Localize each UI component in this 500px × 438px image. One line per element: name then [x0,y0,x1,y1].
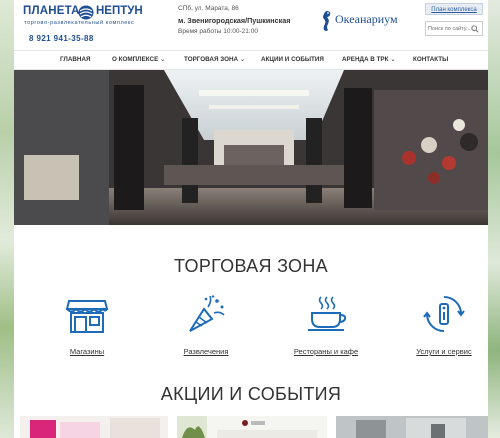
hero-mall-interior-image [14,70,488,225]
opening-hours: Время работы 10:00-21:00 [178,28,258,35]
logo-swirl-icon [78,5,94,20]
category-shops[interactable]: Магазины [37,293,137,363]
category-restaurants[interactable]: Рестораны и кафе [276,293,376,363]
category-label: Развлечения [183,347,229,356]
logo-text-part1: ПЛАНЕТА [23,5,80,17]
category-label: Магазины [69,347,105,356]
main-nav: ГЛАВНАЯ О КОМПЛЕКСЕ ⌄ ТОРГОВАЯ ЗОНА ⌄ АК… [14,50,488,70]
category-label: Рестораны и кафе [293,347,359,356]
complex-plan-button[interactable]: План комплекса [425,3,483,15]
background-right [488,0,500,438]
category-services[interactable]: Услуги и сервис [394,293,488,363]
nav-item-label: АРЕНДА В ТРК [342,56,389,63]
metro-station: м. Звенигородская/Пушкинская [178,16,291,25]
address: СПб, ул. Марата, 86 [178,5,239,12]
events-title: АКЦИИ И СОБЫТИЯ [160,384,342,404]
category-entertainment[interactable]: Развлечения [156,293,256,363]
category-label: Услуги и сервис [416,347,472,356]
phone-number[interactable]: 8 921 941-35-88 [29,34,94,43]
nav-item-contacts[interactable]: КОНТАКТЫ [413,56,448,63]
nav-item-label: АКЦИИ И СОБЫТИЯ [261,56,324,63]
search-box [425,21,483,36]
search-input[interactable] [428,23,470,34]
chevron-down-icon: ⌄ [390,56,396,63]
promo-card-1[interactable] [20,416,168,438]
site-header: ПЛАНЕТА НЕПТУН торгово-развлекательный к… [14,0,488,50]
nav-item-label: О КОМПЛЕКСЕ [112,56,159,63]
background-left [0,0,14,438]
party-popper-icon [189,295,225,332]
nav-item-home[interactable]: ГЛАВНАЯ [60,56,91,63]
nav-item-about[interactable]: О КОМПЛЕКСЕ ⌄ [112,56,165,63]
coffee-cup-icon [308,296,347,331]
nav-item-label: ТОРГОВАЯ ЗОНА [184,56,239,63]
nav-item-label: КОНТАКТЫ [413,56,449,63]
oceanarium-logo[interactable]: Океанариум [320,9,420,33]
promo-card-2[interactable] [177,416,327,438]
logo-text-part2: НЕПТУН [96,5,143,17]
oceanarium-text: Океанариум [335,12,398,26]
trade-zone-title: ТОРГОВАЯ ЗОНА [174,256,328,276]
info-service-icon [423,296,465,332]
promo-card-3[interactable] [336,416,488,438]
nav-item-events[interactable]: АКЦИИ И СОБЫТИЯ [261,56,324,63]
nav-item-label: ГЛАВНАЯ [60,56,91,63]
page: ПЛАНЕТА НЕПТУН торгово-развлекательный к… [14,0,488,438]
nav-item-rent[interactable]: АРЕНДА В ТРК ⌄ [342,56,396,63]
seahorse-icon [323,11,331,31]
logo-subtitle: торгово-развлекательный комплекс [24,20,135,26]
nav-item-trade-zone[interactable]: ТОРГОВАЯ ЗОНА ⌄ [184,56,245,63]
shop-icon [65,300,109,333]
search-icon[interactable] [471,25,479,33]
chevron-down-icon: ⌄ [239,56,246,63]
chevron-down-icon: ⌄ [160,56,166,63]
